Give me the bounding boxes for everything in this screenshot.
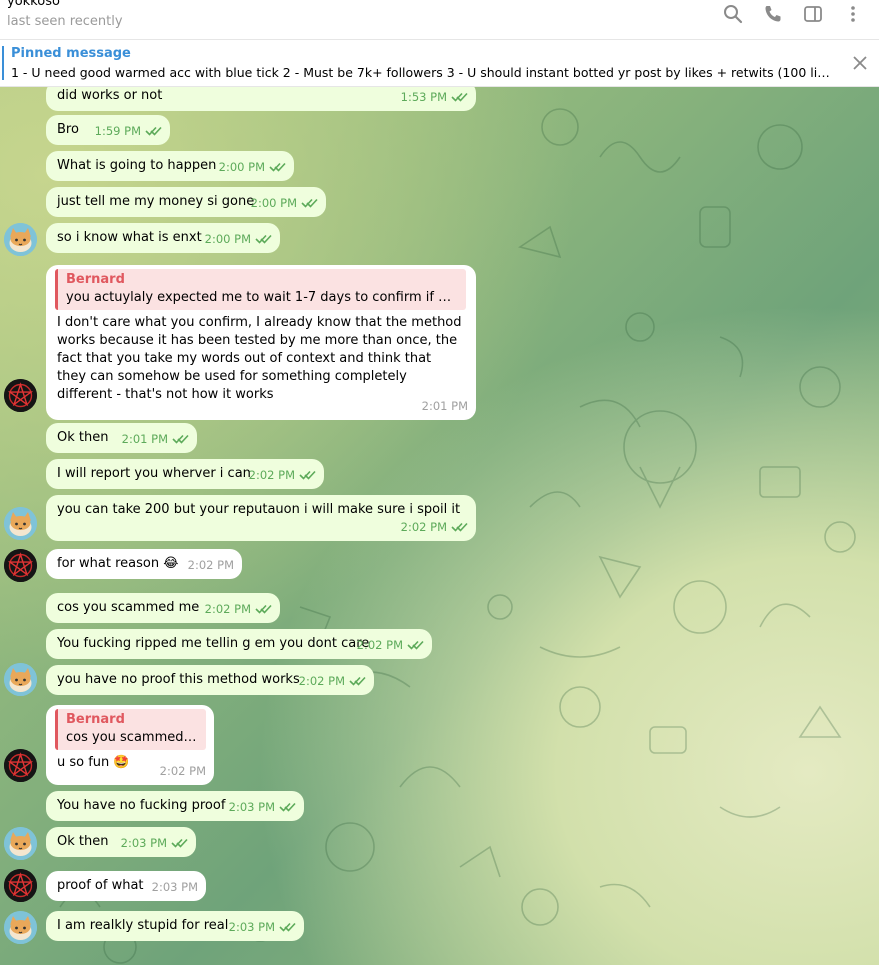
message-time: 2:00 PM xyxy=(204,232,251,246)
avatar-self[interactable] xyxy=(4,827,37,860)
reply-text: you actuylaly expected me to wait 1-7 da… xyxy=(66,290,458,305)
message-time: 2:02 PM xyxy=(400,520,447,534)
incoming-message[interactable]: Bernard you actuylaly expected me to wait… xyxy=(46,265,476,420)
incoming-message[interactable]: Bernard cos you scammed me u so fun 🤩 2:02 … xyxy=(46,705,214,785)
message-meta: 1:59 PM xyxy=(95,122,162,140)
message-meta: 2:02 PM xyxy=(188,556,234,574)
message-text: I don't care what you confirm, I already… xyxy=(57,315,462,402)
read-ticks-icon xyxy=(279,802,296,812)
search-icon[interactable] xyxy=(713,2,753,26)
read-ticks-icon xyxy=(255,604,272,614)
reply-author: Bernard xyxy=(66,272,125,287)
outgoing-message[interactable]: I will report you wherver i can 2:02 PM xyxy=(46,459,324,489)
reply-text: cos you scammed me xyxy=(66,730,198,745)
avatar-contact[interactable] xyxy=(4,749,37,782)
read-ticks-icon xyxy=(349,676,366,686)
message-meta: 2:00 PM xyxy=(205,230,272,248)
message-meta: 2:02 PM xyxy=(160,762,206,780)
chat-title[interactable]: yokkoso xyxy=(7,0,60,9)
read-ticks-icon xyxy=(279,922,296,932)
message-time: 1:59 PM xyxy=(94,124,141,138)
reply-author: Bernard xyxy=(66,712,125,727)
avatar-self[interactable] xyxy=(4,507,37,540)
outgoing-message[interactable]: You have no fucking proof 2:03 PM xyxy=(46,791,304,821)
header-actions xyxy=(713,2,873,26)
avatar-contact[interactable] xyxy=(4,379,37,412)
reply-quote[interactable]: Bernard cos you scammed me xyxy=(55,709,206,750)
chat-status: last seen recently xyxy=(7,14,123,29)
message-time: 2:01 PM xyxy=(121,432,168,446)
incoming-message[interactable]: for what reason 😂 2:02 PM xyxy=(46,549,242,579)
message-meta: 2:02 PM xyxy=(249,466,316,484)
outgoing-message[interactable]: you can take 200 but your reputauon i wi… xyxy=(46,495,476,541)
outgoing-message[interactable]: you have no proof this method works 2:02 … xyxy=(46,665,374,695)
message-time: 2:03 PM xyxy=(151,880,198,894)
read-ticks-icon xyxy=(451,522,468,532)
avatar-self[interactable] xyxy=(4,911,37,944)
message-meta: 2:03 PM xyxy=(121,834,188,852)
avatar-self[interactable] xyxy=(4,223,37,256)
chat-header: yokkoso last seen recently xyxy=(0,0,879,40)
outgoing-message[interactable]: so i know what is enxt 2:00 PM xyxy=(46,223,280,253)
outgoing-message[interactable]: Ok then 2:03 PM xyxy=(46,827,196,857)
outgoing-message[interactable]: Bro 1:59 PM xyxy=(46,115,170,145)
message-meta: 2:00 PM xyxy=(219,158,286,176)
sidebar-icon[interactable] xyxy=(793,2,833,26)
incoming-message[interactable]: proof of what 2:03 PM xyxy=(46,871,206,901)
message-time: 2:03 PM xyxy=(228,920,275,934)
outgoing-message[interactable]: cos you scammed me 2:02 PM xyxy=(46,593,280,623)
message-text: you can take 200 but your reputauon i wi… xyxy=(57,502,461,517)
message-time: 2:02 PM xyxy=(204,602,251,616)
message-time: 1:53 PM xyxy=(400,90,447,104)
message-time: 2:02 PM xyxy=(356,638,403,652)
message-time: 2:02 PM xyxy=(248,468,295,482)
read-ticks-icon xyxy=(172,434,189,444)
avatar-contact[interactable] xyxy=(4,869,37,902)
message-time: 2:02 PM xyxy=(298,674,345,688)
read-ticks-icon xyxy=(407,640,424,650)
pinned-title: Pinned message xyxy=(11,46,131,61)
message-meta: 2:02 PM xyxy=(401,518,468,536)
message-meta: 2:01 PM xyxy=(122,430,189,448)
message-time: 2:02 PM xyxy=(159,764,206,778)
message-time: 2:01 PM xyxy=(421,399,468,413)
message-time: 2:03 PM xyxy=(120,836,167,850)
message-time: 2:00 PM xyxy=(218,160,265,174)
outgoing-message[interactable]: You fucking ripped me tellin g em you do… xyxy=(46,629,432,659)
message-time: 2:00 PM xyxy=(250,196,297,210)
read-ticks-icon xyxy=(145,126,162,136)
read-ticks-icon xyxy=(171,838,188,848)
message-meta: 2:00 PM xyxy=(251,194,318,212)
pinned-text: 1 - U need good warmed acc with blue tic… xyxy=(11,65,831,80)
outgoing-message[interactable]: What is going to happen 2:00 PM xyxy=(46,151,294,181)
pinned-indicator xyxy=(2,46,4,80)
message-list[interactable]: did works or not 1:53 PM Bro 1:59 PM What is… xyxy=(0,87,879,965)
outgoing-message[interactable]: I am realkly stupid for real 2:03 PM xyxy=(46,911,304,941)
close-icon[interactable] xyxy=(851,54,869,72)
avatar-contact[interactable] xyxy=(4,549,37,582)
read-ticks-icon xyxy=(301,198,318,208)
message-meta: 2:03 PM xyxy=(229,798,296,816)
message-time: 2:03 PM xyxy=(228,800,275,814)
read-ticks-icon xyxy=(255,234,272,244)
avatar-self[interactable] xyxy=(4,663,37,696)
outgoing-message[interactable]: did works or not 1:53 PM xyxy=(46,87,476,111)
message-meta: 2:02 PM xyxy=(299,672,366,690)
reply-quote[interactable]: Bernard you actuylaly expected me to wait… xyxy=(55,269,466,310)
message-meta: 2:02 PM xyxy=(205,600,272,618)
read-ticks-icon xyxy=(299,470,316,480)
message-meta: 2:03 PM xyxy=(152,878,198,896)
message-meta: 2:02 PM xyxy=(357,636,424,654)
message-meta: 2:03 PM xyxy=(229,918,296,936)
message-meta: 2:01 PM xyxy=(422,397,468,415)
outgoing-message[interactable]: just tell me my money si gone 2:00 PM xyxy=(46,187,326,217)
phone-icon[interactable] xyxy=(753,2,793,26)
more-icon[interactable] xyxy=(833,2,873,26)
read-ticks-icon xyxy=(269,162,286,172)
pinned-message[interactable]: Pinned message 1 - U need good warmed ac… xyxy=(0,40,879,87)
message-meta: 1:53 PM xyxy=(401,88,468,106)
message-time: 2:02 PM xyxy=(187,558,234,572)
outgoing-message[interactable]: Ok then 2:01 PM xyxy=(46,423,197,453)
read-ticks-icon xyxy=(451,92,468,102)
